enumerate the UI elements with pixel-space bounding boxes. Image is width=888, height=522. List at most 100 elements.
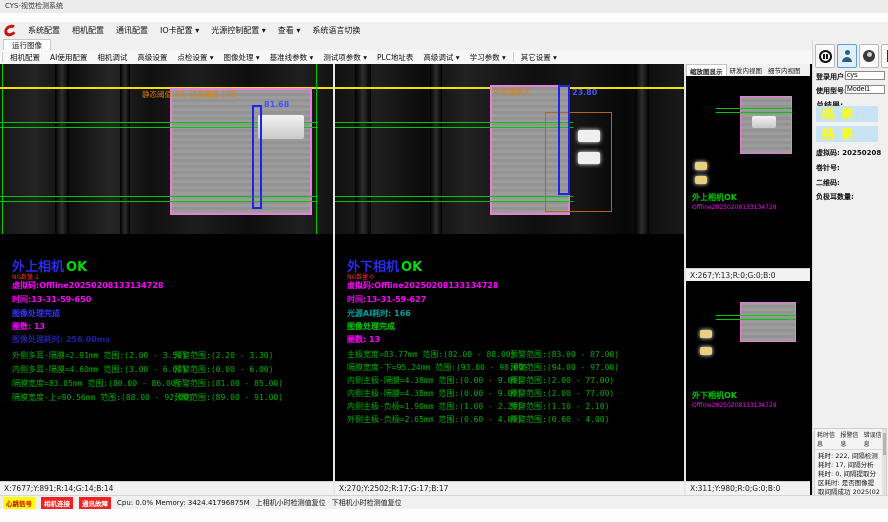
ok-badge: OK	[401, 260, 422, 275]
warning-range-text: 预警范围:(89.00 - 91.00)	[174, 392, 283, 403]
zoom-view-column: 缩放图显示 研发内视图 细节内视图 外上相机OK Offline20250208…	[686, 64, 810, 495]
camera-connection-badge: 相机连接	[41, 497, 73, 509]
measure-value-label: 81.68	[264, 100, 289, 109]
pause-button[interactable]	[815, 44, 835, 68]
menu-system-config[interactable]: 系统配置	[22, 23, 66, 38]
warning-range-text: 预警范围:(83.00 - 87.00)	[510, 349, 619, 360]
exit-button[interactable]	[881, 44, 888, 68]
green-measure-line	[335, 196, 573, 197]
green-guide-line	[316, 64, 317, 234]
info-log-tabs: 耗时信息 报警信息 错误信息	[815, 429, 886, 450]
measurement-row: 外侧多耳-隔膜=2.91mm 范围:(2.00 - 3.50) 预警范围:(2.…	[12, 350, 329, 361]
virtual-code-label: 虚拟码: 20250208	[816, 148, 881, 158]
ai-elapsed-line: 光源AI耗时: 166	[347, 308, 411, 319]
loop-count-line: 圈数: 13	[12, 321, 45, 332]
measurement-text: 隔膜宽度-上=90.56mm 范围:(88.00 - 92.00)	[12, 393, 193, 402]
threshold-note: 静态阈值:93, 动态阈值:100	[142, 89, 236, 100]
virtual-code-line: 虚拟码:Offline20250208133134728	[347, 280, 498, 291]
result-box-1: 结果	[816, 106, 878, 122]
bright-feature	[695, 176, 707, 184]
measurement-text: 隔膜宽度=83.05mm 范围:(80.00 - 86.00)	[12, 379, 180, 388]
measure-value-label: 23.80	[572, 88, 597, 97]
bright-feature	[695, 162, 707, 170]
tab-zoom-view[interactable]: 缩放图显示	[686, 64, 727, 77]
lower-camera-reset-msg: 下相机小时检测值复位	[332, 498, 402, 508]
green-measure-line	[716, 315, 796, 316]
tool-image-processing[interactable]: 图像处理 ▾	[219, 51, 265, 64]
menu-view[interactable]: 查看 ▾	[272, 23, 307, 38]
tool-spot-check[interactable]: 点检设置 ▾	[172, 51, 218, 64]
tool-advanced-debug[interactable]: 高级调试 ▾	[418, 51, 464, 64]
warning-range-text: 预警范围:(94.00 - 97.00)	[510, 362, 619, 373]
tool-camera-config[interactable]: 相机配置	[5, 51, 45, 64]
measurement-row: 内侧主极-隔膜=4.38mm 范围:(0.00 - 9.00) 预警范围:(2.…	[347, 375, 680, 386]
virtual-code-line: 虚拟码:Offline20250208133134728	[12, 280, 163, 291]
measurement-text: 隔膜宽度-下=95.24mm 范围:(93.00 - 98.00)	[347, 363, 528, 372]
warning-range-text: 预警范围:(2.00 - 77.00)	[510, 375, 614, 386]
tool-ai-config[interactable]: AI使用配置	[45, 51, 92, 64]
left-camera-panel: 81.68 静态阈值:93, 动态阈值:100 外上相机OK NG数量:1 虚拟…	[0, 64, 333, 495]
app-logo-icon	[4, 23, 18, 37]
menu-comm-config[interactable]: 通讯配置	[110, 23, 154, 38]
comm-fault-badge: 通讯故障	[79, 497, 111, 509]
operator-icon	[863, 50, 875, 62]
middle-camera-image: 23.80 AI检测模式	[335, 64, 684, 234]
warning-range-text: 预警范围:(1.10 - 2.10)	[510, 401, 609, 412]
tool-advanced-settings[interactable]: 高级设置	[132, 51, 172, 64]
machine-slot	[635, 64, 649, 234]
machine-slot	[120, 64, 130, 234]
tool-learning-params[interactable]: 学习参数 ▾	[465, 51, 511, 64]
measure-roi-box	[252, 105, 262, 209]
menu-language-switch[interactable]: 系统语言切换	[306, 23, 366, 38]
process-status-line: 图像处理完成	[12, 308, 60, 319]
green-measure-line	[716, 319, 796, 320]
negative-tab-count-label: 负极耳数量:	[816, 192, 854, 202]
upper-camera-reset-msg: 上相机小时检测值复位	[256, 498, 326, 508]
menu-light-config[interactable]: 光源控制配置 ▾	[205, 23, 272, 38]
tool-other-settings[interactable]: 其它设置 ▾	[516, 51, 562, 64]
result-box-2: 结果	[816, 126, 878, 142]
pixel-coordinate-bar: X:7677;Y:891;R:14;G:14;B:14	[0, 481, 333, 495]
login-user-input[interactable]	[845, 71, 885, 80]
tab-inner-view-1[interactable]: 研发内视图	[727, 64, 766, 76]
tab-alarm-info[interactable]: 报警信息	[840, 430, 860, 448]
model-input[interactable]	[845, 85, 885, 94]
main-area: 81.68 静态阈值:93, 动态阈值:100 外上相机OK NG数量:1 虚拟…	[0, 64, 888, 495]
measure-roi-box	[558, 85, 570, 195]
bright-feature	[700, 330, 712, 338]
tab-inner-view-2[interactable]: 细节内视图	[765, 64, 804, 76]
operator-button[interactable]	[859, 44, 879, 68]
green-guide-line	[2, 64, 3, 234]
user-button[interactable]	[837, 44, 857, 68]
green-measure-line	[716, 108, 792, 109]
machine-slot	[430, 64, 442, 234]
tab-connector	[258, 115, 304, 139]
menu-camera-config[interactable]: 相机配置	[66, 23, 110, 38]
bottom-zoom-image: 外下相机OK Offline20250208133134728	[686, 281, 810, 477]
warning-range-text: 预警范围:(81.00 - 85.00)	[174, 378, 283, 389]
machine-slot	[355, 64, 371, 234]
warning-range-text: 预警范围:(0.60 - 4.00)	[510, 414, 609, 425]
tab-elapsed-info[interactable]: 耗时信息	[817, 430, 837, 448]
thumb-result-text: 外上相机OK	[692, 192, 737, 203]
warning-range-text: 预警范围:(2.00 - 77.00)	[510, 388, 614, 399]
pixel-coordinate-bar: X:311;Y:980;R:0;G:0;B:0	[686, 481, 810, 495]
tool-baseline-params[interactable]: 基准线参数 ▾	[265, 51, 319, 64]
tool-plc-address[interactable]: PLC地址表	[372, 51, 418, 64]
pin-number-label: 卷针号:	[816, 163, 840, 173]
app-status-bar: 心跳信号 相机连接 通讯故障 Cpu: 0.0% Memory: 3424.41…	[0, 495, 888, 509]
qr-code-label: 二维码:	[816, 178, 840, 188]
tool-test-params[interactable]: 测试项参数 ▾	[318, 51, 372, 64]
bright-feature	[578, 152, 600, 164]
virtual-code-label-text: 虚拟码:	[816, 149, 840, 157]
menu-io-config[interactable]: IO卡配置 ▾	[154, 23, 205, 38]
time-line: 时间:13-31-59-627	[347, 294, 426, 305]
green-measure-line	[335, 122, 573, 123]
tool-camera-debug[interactable]: 相机调试	[92, 51, 132, 64]
tab-error-info[interactable]: 错误信息	[864, 430, 884, 448]
measurement-text: 外侧主极-负极=2.65mm 范围:(0.60 - 4.00)	[347, 415, 522, 424]
measurement-text: 内侧主极-负极=1.90mm 范围:(1.00 - 2.20)	[347, 402, 522, 411]
cpu-memory-status: Cpu: 0.0% Memory: 3424.41796875M	[117, 499, 250, 507]
green-measure-line	[0, 196, 318, 197]
left-camera-image: 81.68 静态阈值:93, 动态阈值:100	[0, 64, 333, 234]
